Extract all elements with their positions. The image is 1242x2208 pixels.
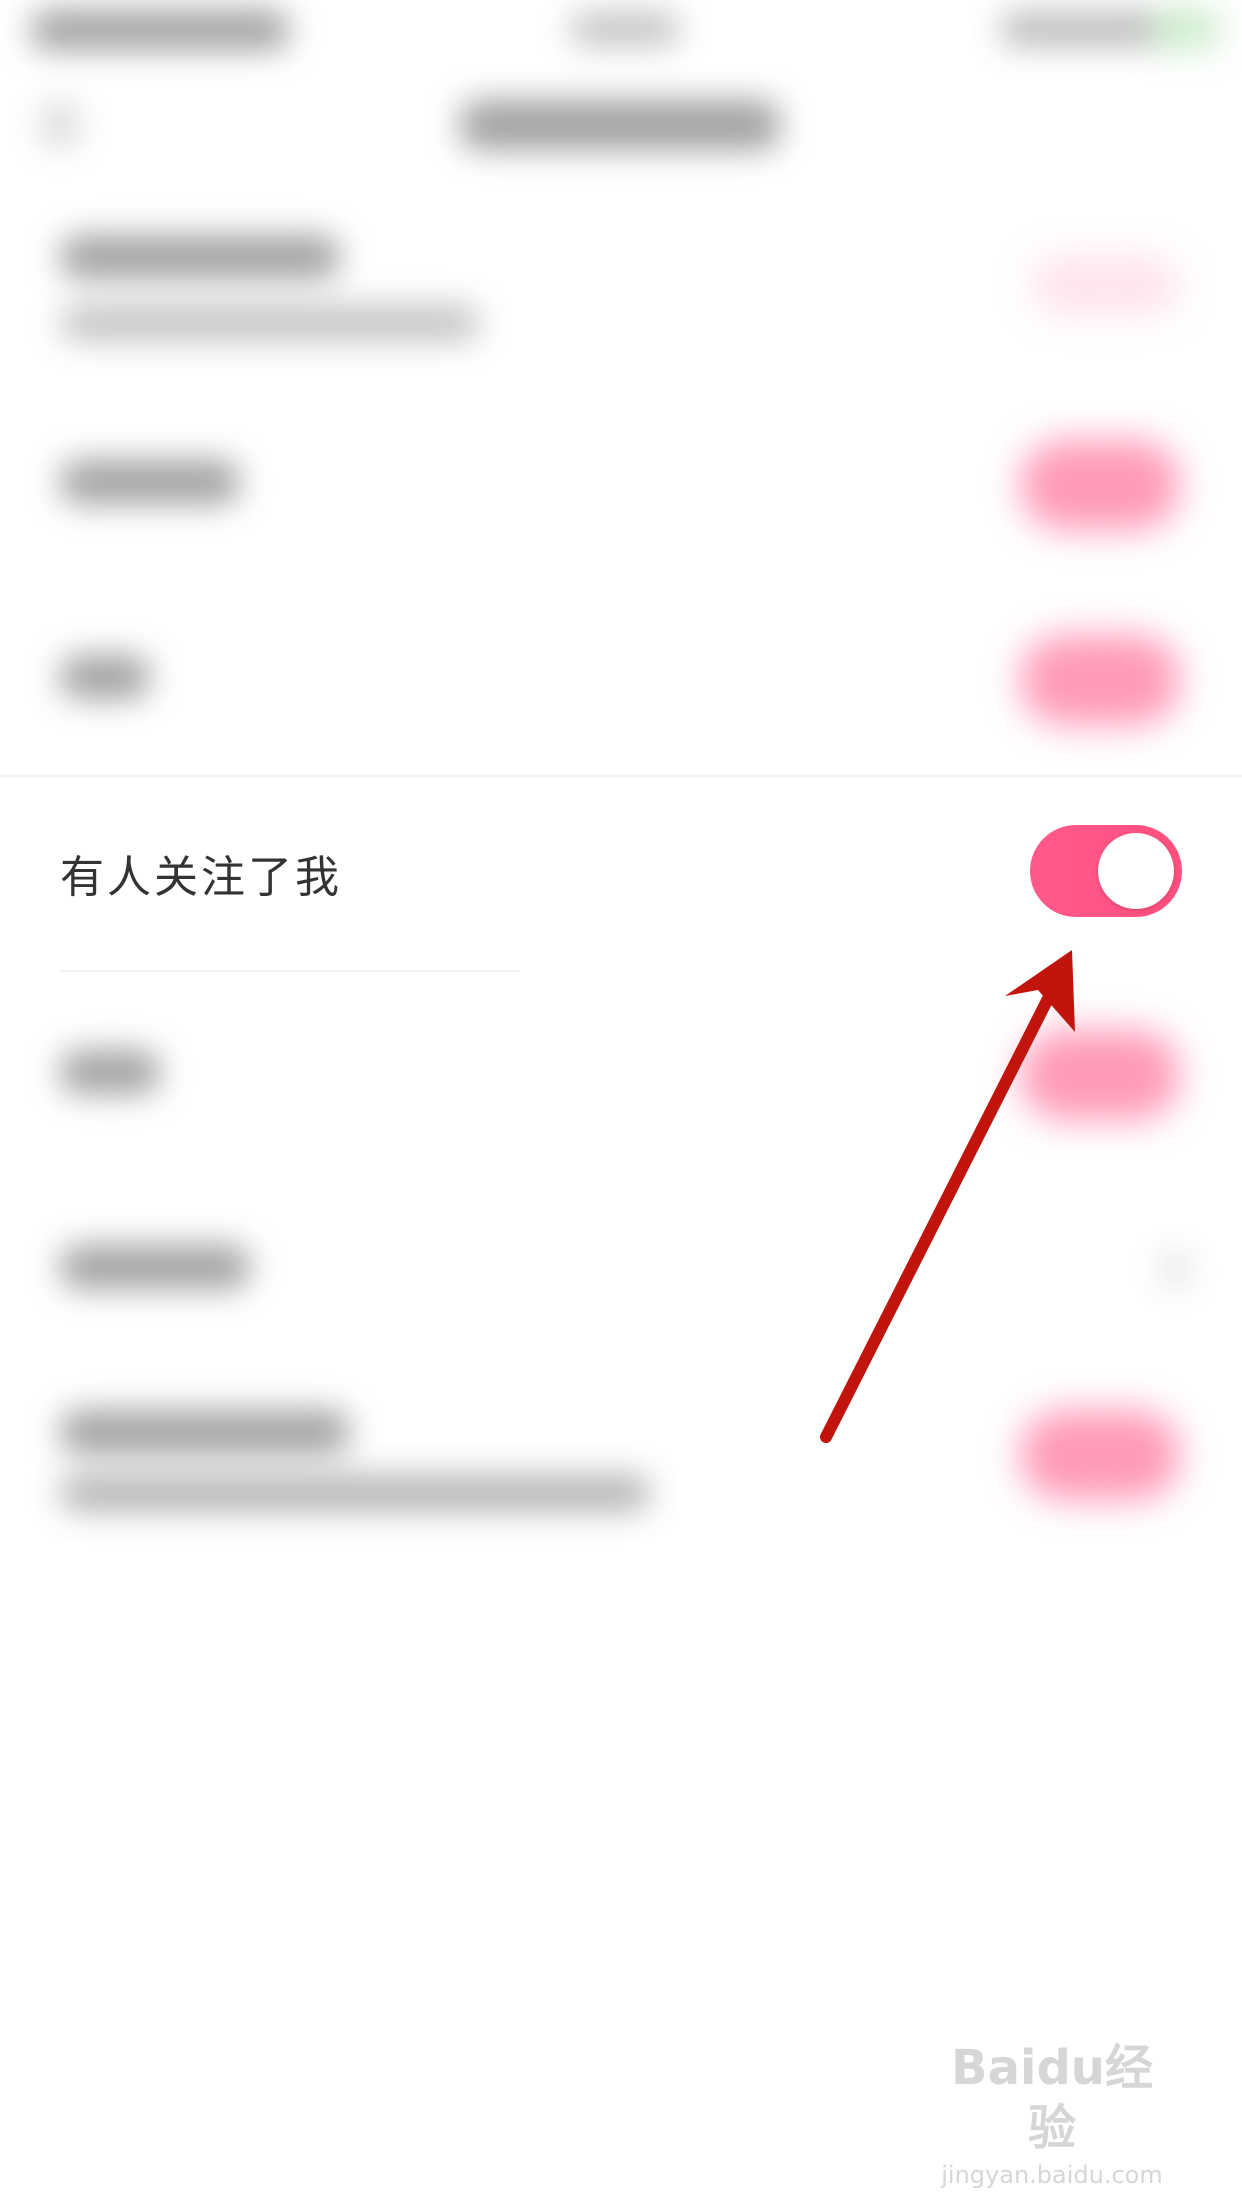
divider-bottom [60,970,520,972]
watermark-url: jingyan.baidu.com [941,2161,1163,2189]
row-6-chevron-blurred[interactable] [1160,1250,1190,1290]
baidu-jingyan-watermark: Baidu经验 jingyan.baidu.com [932,2038,1172,2189]
status-bar-center-blurred [570,12,680,46]
back-button-blurred[interactable] [40,100,80,150]
row-3-toggle-blurred[interactable] [1020,635,1180,725]
row-2-toggle-blurred[interactable] [1020,440,1180,530]
row-3-title-blurred [60,655,150,699]
row-7-toggle-blurred[interactable] [1020,1410,1180,1500]
toggle-knob [1098,833,1174,909]
row-7-title-blurred [60,1410,350,1454]
row-1-toggle-blurred[interactable] [1030,255,1180,315]
status-bar-right-blurred [1000,12,1160,46]
row-7-subtitle-blurred [60,1475,650,1511]
settings-row-label: 有人关注了我 [60,852,342,903]
settings-screen: 有人关注了我 Baidu经验 jingyan.baidu.com [0,0,1242,2208]
nav-title-blurred [460,100,780,150]
settings-row-followed-me: 有人关注了我 [0,780,1242,970]
divider-top [0,775,1242,777]
row-5-title-blurred [60,1050,160,1094]
battery-icon [1150,12,1220,46]
watermark-brand: Baidu经验 [951,2040,1153,2156]
status-bar-left-blurred [30,10,290,50]
followed-me-toggle[interactable] [1030,825,1182,917]
row-2-title-blurred [60,460,240,504]
row-5-toggle-blurred[interactable] [1020,1030,1180,1120]
row-1-subtitle-blurred [60,305,480,341]
row-6-title-blurred [60,1245,250,1289]
row-1-title-blurred [60,235,340,279]
